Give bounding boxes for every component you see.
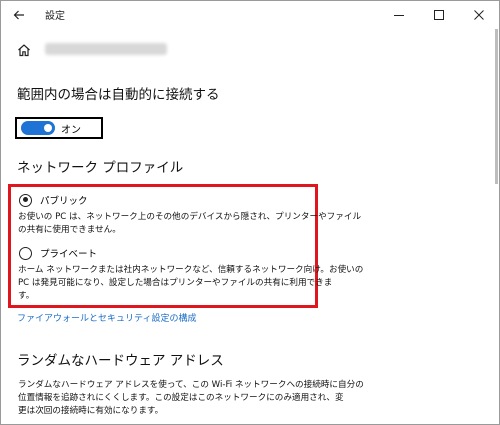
toggle-state-label: オン <box>61 124 81 136</box>
private-description-line: す。 <box>18 291 35 301</box>
maximize-icon <box>434 10 444 20</box>
random-hardware-address-heading: ランダムなハードウェア アドレス <box>17 353 224 369</box>
random-hw-description-line: ランダムなハードウェア アドレスを使って、この Wi-Fi ネットワークへの接続… <box>18 380 364 390</box>
toggle-knob <box>44 124 52 132</box>
auto-connect-heading: 範囲内の場合は自動的に接続する <box>17 87 220 103</box>
settings-window: 設定 範囲内の場合は自動的に接続する オン ネットワーク プロファイル パブリッ… <box>0 0 500 425</box>
network-profile-heading: ネットワーク プロファイル <box>17 160 184 176</box>
close-button[interactable] <box>459 1 499 29</box>
radio-private-label: プライベート <box>40 249 98 260</box>
public-description-line: の共有に使用できません。 <box>18 225 121 235</box>
maximize-button[interactable] <box>419 1 459 29</box>
radio-button-private[interactable] <box>19 246 32 260</box>
title-bar: 設定 <box>1 1 499 29</box>
random-hw-description-line: 更は次回の接続時に有効になります。 <box>18 406 164 416</box>
network-name-blurred <box>45 43 167 55</box>
minimize-icon <box>394 15 404 16</box>
private-description: ホーム ネットワークまたは社内ネットワークなど、信頼するネットワーク向け。お使い… <box>18 264 363 303</box>
radio-public[interactable]: パブリック <box>19 193 88 207</box>
random-hw-description-line: 位置情報を追跡されにくくします。この設定はこのネットワークにのみ適用され、変 <box>18 393 344 403</box>
back-button[interactable] <box>9 5 29 25</box>
random-hardware-description: ランダムなハードウェア アドレスを使って、この Wi-Fi ネットワークへの接続… <box>18 379 364 418</box>
window-title: 設定 <box>45 11 65 22</box>
close-icon <box>474 10 484 20</box>
private-description-line: ホーム ネットワークまたは社内ネットワークなど、信頼するネットワーク向け。お使い… <box>18 265 364 275</box>
public-description-line: お使いの PC は、ネットワーク上のその他のデバイスから隠され、プリンターやファ… <box>18 212 362 222</box>
radio-public-label: パブリック <box>40 196 88 207</box>
back-arrow-icon <box>13 10 24 20</box>
auto-connect-toggle[interactable]: オン <box>15 117 103 139</box>
radio-button-public[interactable] <box>19 193 32 207</box>
radio-private[interactable]: プライベート <box>19 246 97 260</box>
home-button[interactable] <box>17 41 31 59</box>
toggle-switch[interactable] <box>21 121 55 135</box>
public-description: お使いの PC は、ネットワーク上のその他のデバイスから隠され、プリンターやファ… <box>18 211 361 237</box>
home-icon <box>18 44 30 57</box>
minimize-button[interactable] <box>379 1 419 29</box>
vertical-scrollbar[interactable] <box>495 29 498 184</box>
firewall-settings-link[interactable]: ファイアウォールとセキュリティ設定の構成 <box>17 311 196 324</box>
private-description-line: PC は発見可能になり、設定した場合はプリンターやファイルの共有に利用できま <box>18 278 333 288</box>
